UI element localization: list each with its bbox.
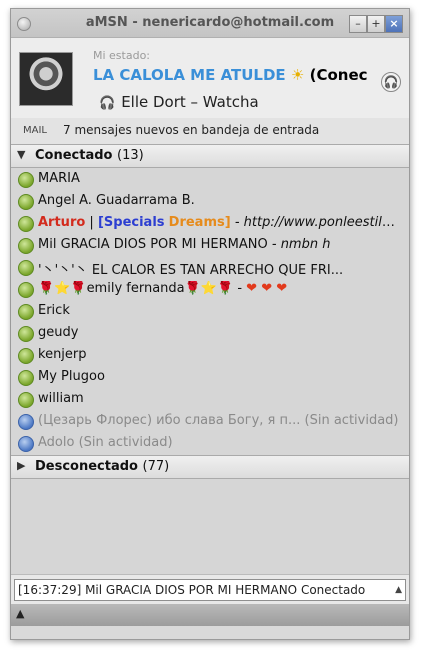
- idle-clock-icon: [18, 436, 34, 452]
- contact-item[interactable]: Arturo | [Specials Dreams] - http://www.…: [11, 212, 409, 234]
- online-status-icon: [18, 238, 34, 254]
- rose-star-icon: 🌹⭐🌹: [184, 281, 234, 296]
- sun-icon: ☀: [290, 66, 305, 84]
- now-playing-bar: [16:37:29] Mil GRACIA DIOS POR MI HERMAN…: [11, 574, 409, 605]
- online-status-icon: [18, 370, 34, 386]
- dropdown-arrow-icon[interactable]: ▲: [395, 580, 402, 600]
- online-status-icon: [18, 282, 34, 298]
- maximize-button[interactable]: +: [367, 15, 385, 33]
- nickname-text: LA CALOLA ME ATULDE: [93, 66, 286, 84]
- contact-text: 🌹⭐🌹emily fernanda🌹⭐🌹 - ❤ ❤ ❤: [38, 281, 288, 296]
- contact-item[interactable]: geudy: [11, 322, 409, 344]
- profile-header: Mi estado: LA CALOLA ME ATULDE ☀ (Conec …: [11, 38, 409, 118]
- event-dropdown[interactable]: [16:37:29] Mil GRACIA DIOS POR MI HERMAN…: [14, 579, 406, 601]
- status-label: Mi estado:: [93, 49, 151, 62]
- online-status-icon: [18, 392, 34, 408]
- music-text: Elle Dort – Watcha: [121, 93, 259, 111]
- contact-item[interactable]: '丶'丶'丶 EL CALOR ES TAN ARRECHO QUE FRI..…: [11, 256, 409, 278]
- contact-item[interactable]: Adolo (Sin actividad): [11, 432, 409, 454]
- personal-message[interactable]: 🎧 Elle Dort – Watcha: [99, 93, 259, 111]
- contact-item[interactable]: Mil GRACIA DIOS POR MI HERMANO - nmbn h: [11, 234, 409, 256]
- online-status-icon: [18, 304, 34, 320]
- music-icon: 🎧: [99, 96, 116, 111]
- window-bottom: [11, 626, 409, 639]
- contact-text: Arturo | [Specials Dreams] - http://www.…: [38, 215, 400, 230]
- minimize-button[interactable]: –: [349, 15, 367, 33]
- contact-item[interactable]: (Цезарь Флорес) ибо слава Богу, я п... (…: [11, 410, 409, 432]
- contact-text: Mil GRACIA DIOS POR MI HERMANO - nmbn h: [38, 237, 331, 252]
- group-offline-name: Desconectado (77): [35, 459, 170, 474]
- mail-text: 7 mensajes nuevos en bandeja de entrada: [63, 123, 320, 137]
- hearts-icon: ❤ ❤ ❤: [246, 281, 288, 296]
- group-online-name: Conectado (13): [35, 148, 144, 163]
- contact-item[interactable]: 🌹⭐🌹emily fernanda🌹⭐🌹 - ❤ ❤ ❤: [11, 278, 409, 300]
- contact-list: ▼ Conectado (13) MARIA Angel A. Guadarra…: [11, 144, 409, 574]
- contact-item[interactable]: MARIA: [11, 168, 409, 190]
- online-status-icon: [18, 194, 34, 210]
- online-status-icon: [18, 260, 34, 276]
- amsn-window: aMSN - nenericardo@hotmail.com – + × Mi …: [10, 8, 410, 640]
- contact-item[interactable]: Erick: [11, 300, 409, 322]
- title-bar[interactable]: aMSN - nenericardo@hotmail.com – + ×: [11, 9, 409, 38]
- headphones-icon[interactable]: 🎧: [381, 72, 401, 92]
- expanded-triangle-icon[interactable]: ▼: [17, 148, 25, 161]
- nickname[interactable]: LA CALOLA ME ATULDE ☀ (Conec: [93, 66, 377, 84]
- rose-star-icon: 🌹⭐🌹: [38, 281, 87, 296]
- group-offline[interactable]: ▶ Desconectado (77): [11, 455, 409, 479]
- contact-item[interactable]: My Plugoo: [11, 366, 409, 388]
- contact-item[interactable]: kenjerp: [11, 344, 409, 366]
- footer-bar: ▲: [11, 604, 409, 626]
- avatar[interactable]: [19, 52, 73, 106]
- expand-up-icon[interactable]: ▲: [16, 607, 24, 620]
- online-status-icon: [18, 216, 34, 232]
- idle-clock-icon: [18, 414, 34, 430]
- group-online[interactable]: ▼ Conectado (13): [11, 144, 409, 168]
- contact-item[interactable]: william: [11, 388, 409, 410]
- mail-notice[interactable]: MAIL 7 mensajes nuevos en bandeja de ent…: [11, 118, 409, 144]
- status-text: (Conec: [309, 66, 368, 84]
- collapsed-triangle-icon[interactable]: ▶: [17, 459, 25, 472]
- contact-item[interactable]: Angel A. Guadarrama B.: [11, 190, 409, 212]
- online-status-icon: [18, 326, 34, 342]
- close-button[interactable]: ×: [385, 15, 403, 33]
- mail-label: MAIL: [23, 125, 47, 136]
- online-status-icon: [18, 172, 34, 188]
- online-status-icon: [18, 348, 34, 364]
